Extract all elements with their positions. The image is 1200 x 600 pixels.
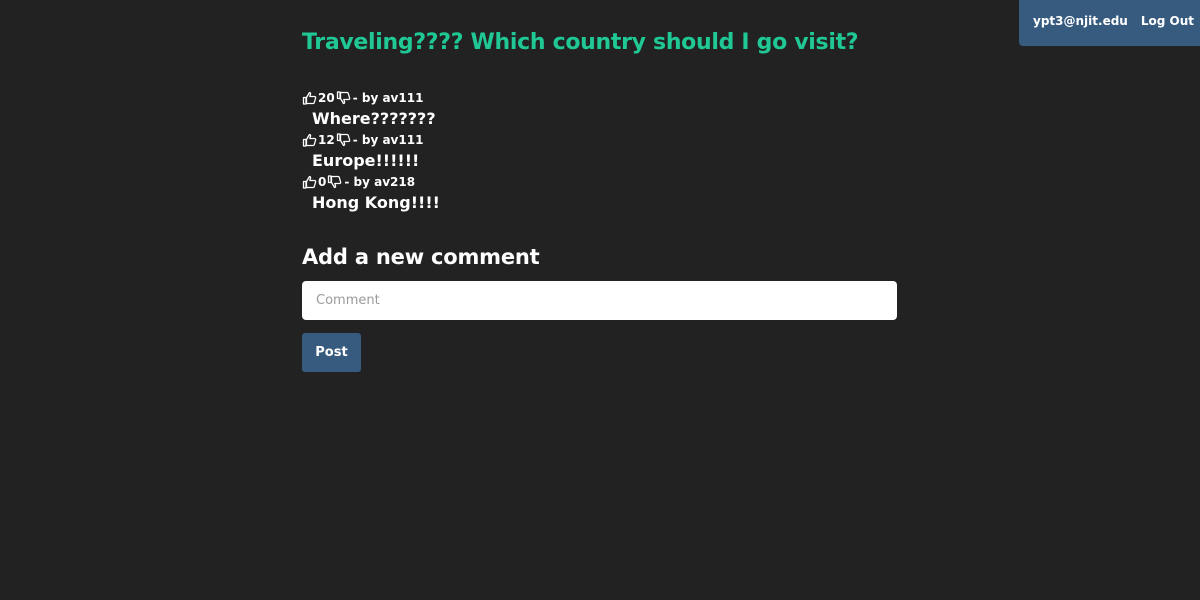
comment-item: 0 - by av218 Hong Kong!!!! bbox=[302, 174, 898, 216]
comment-meta: 20 - by av111 bbox=[302, 90, 898, 106]
comment-author: - by av111 bbox=[352, 133, 424, 147]
comment-text: Hong Kong!!!! bbox=[312, 193, 440, 212]
post-detail: Traveling???? Which country should I go … bbox=[302, 0, 898, 372]
thumbs-up-icon[interactable] bbox=[302, 133, 317, 147]
thumbs-down-icon[interactable] bbox=[336, 133, 351, 147]
thumbs-down-icon[interactable] bbox=[336, 91, 351, 105]
vote-count: 12 bbox=[318, 133, 335, 147]
comment-author: - by av111 bbox=[352, 91, 424, 105]
thumbs-down-icon[interactable] bbox=[327, 175, 342, 189]
comment-meta: 12 - by av111 bbox=[302, 132, 898, 148]
vote-count: 0 bbox=[318, 175, 327, 189]
thumbs-up-icon[interactable] bbox=[302, 175, 317, 189]
comment-input[interactable] bbox=[302, 281, 897, 320]
comment-text: Where??????? bbox=[312, 109, 436, 128]
comment-item: 12 - by av111 Europe!!!!!! bbox=[302, 132, 898, 174]
user-email-link[interactable]: ypt3@njit.edu bbox=[1033, 14, 1128, 28]
comment-author: - by av218 bbox=[344, 175, 416, 189]
post-title: Traveling???? Which country should I go … bbox=[302, 30, 859, 55]
thumbs-up-icon[interactable] bbox=[302, 91, 317, 105]
comment-item: 20 - by av111 Where??????? bbox=[302, 90, 898, 132]
comment-meta: 0 - by av218 bbox=[302, 174, 898, 190]
top-navbar: ypt3@njit.edu Log Out bbox=[1019, 0, 1200, 46]
new-comment-heading: Add a new comment bbox=[302, 245, 540, 269]
logout-link[interactable]: Log Out bbox=[1141, 14, 1194, 28]
comment-text: Europe!!!!!! bbox=[312, 151, 420, 170]
comment-list: 20 - by av111 Where??????? 12 - by av111… bbox=[302, 90, 898, 216]
vote-count: 20 bbox=[318, 91, 335, 105]
post-button[interactable]: Post bbox=[302, 333, 361, 372]
